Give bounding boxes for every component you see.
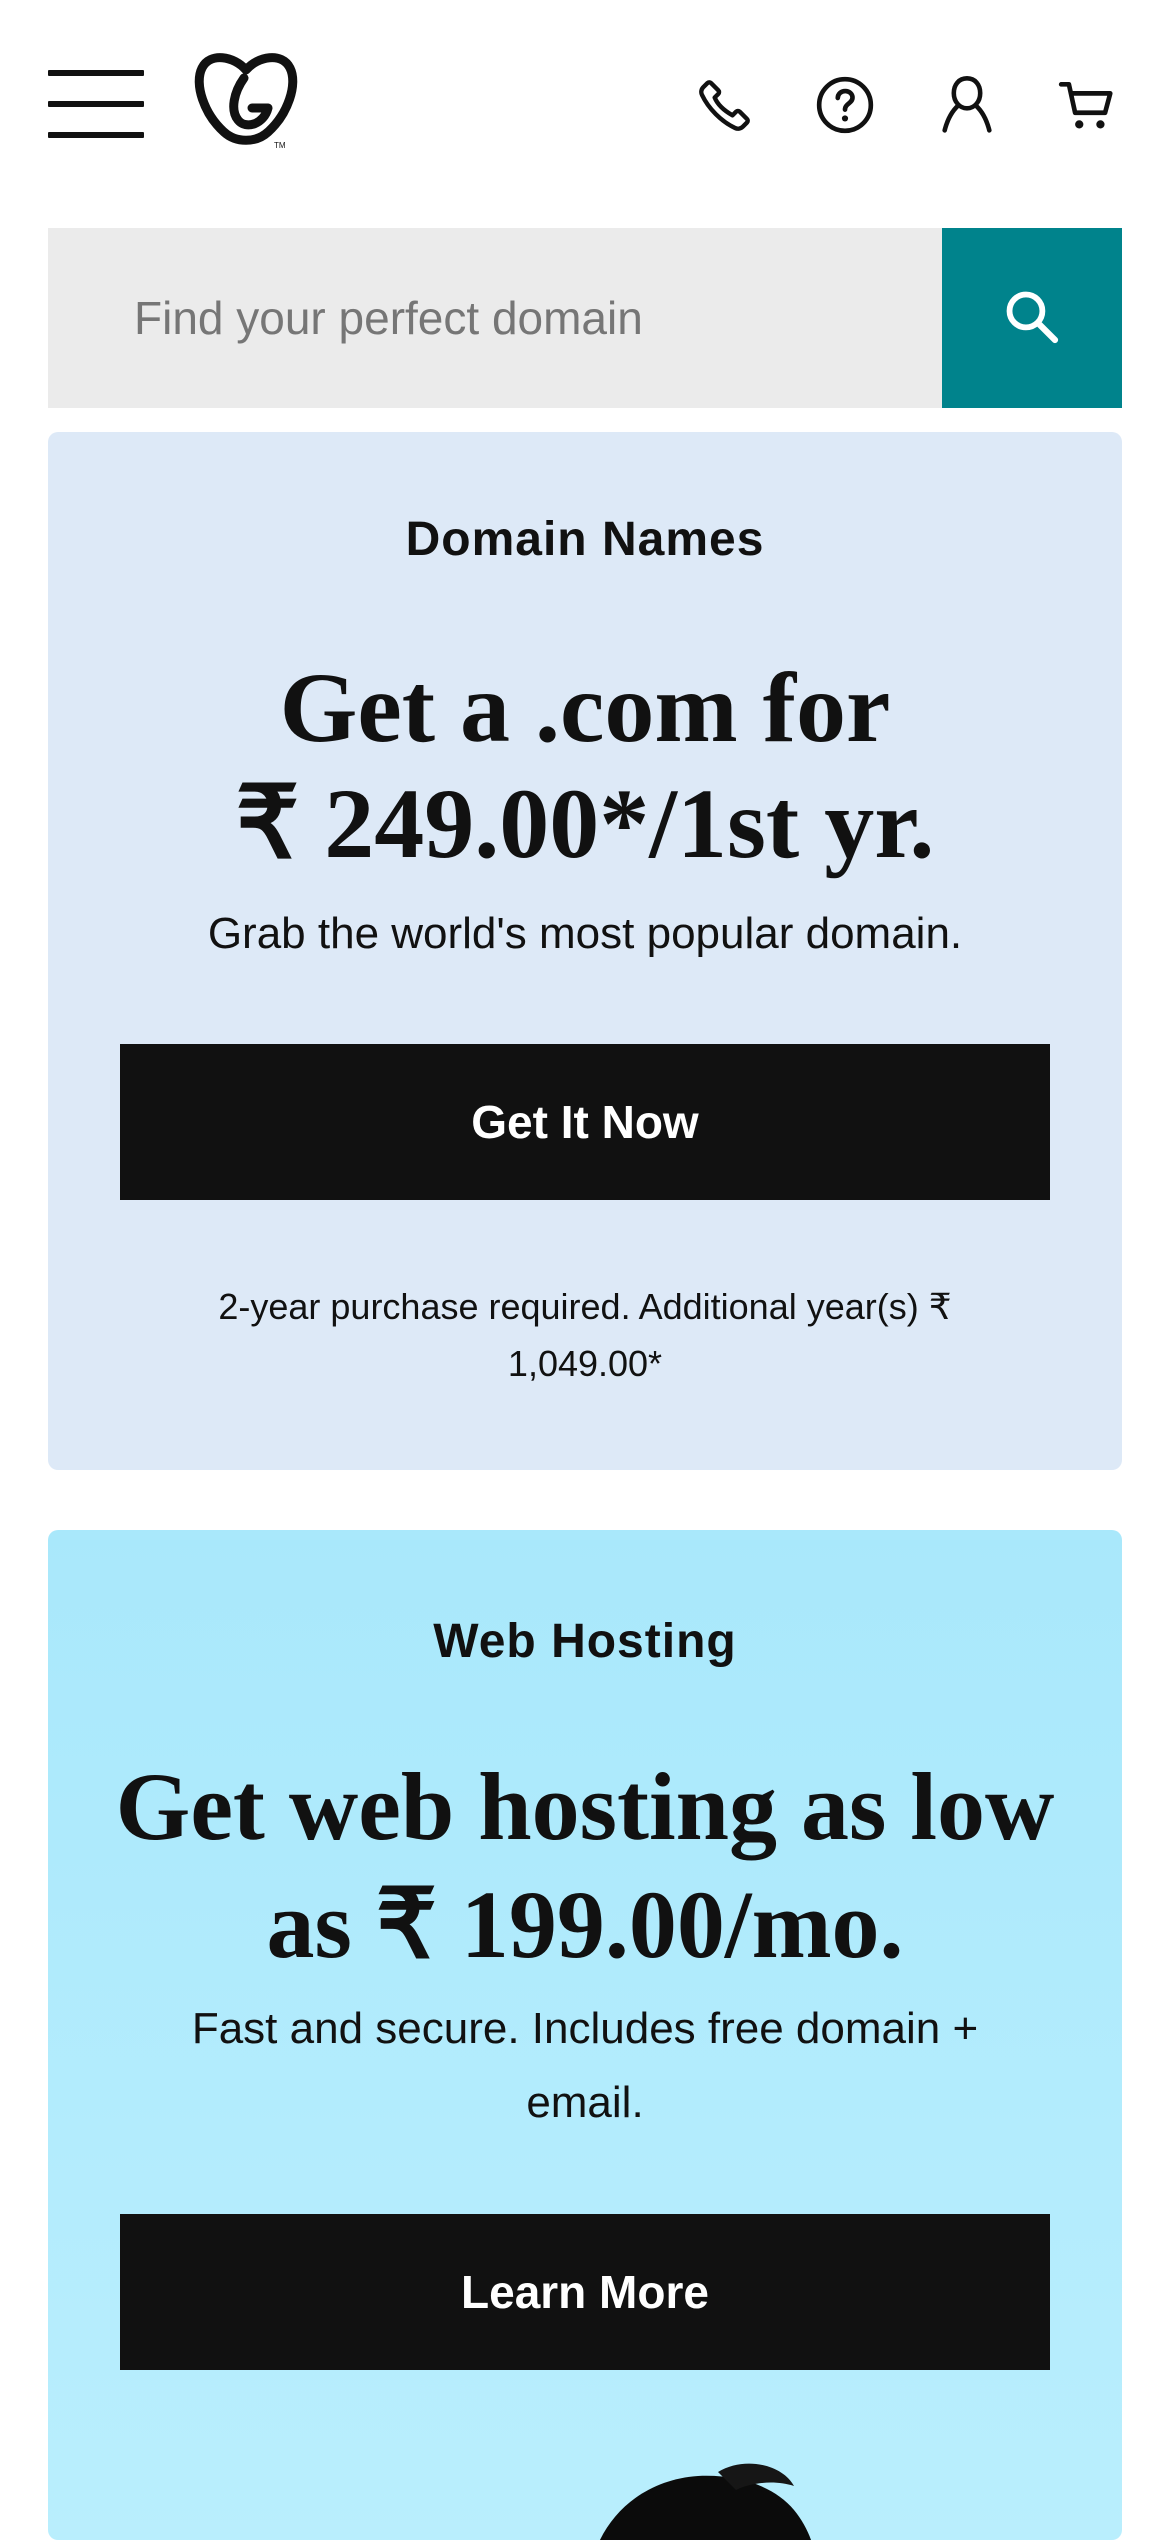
subtext-line: Fast and secure. Includes free domain +: [191, 2004, 979, 2053]
disclaimer-line: 1,049.00*: [507, 1343, 663, 1384]
site-header: TM: [0, 0, 1170, 200]
godaddy-logo-icon[interactable]: TM: [190, 48, 302, 150]
domain-search-input[interactable]: [48, 228, 942, 408]
phone-icon[interactable]: [692, 68, 758, 142]
domain-search-form: [48, 228, 1122, 408]
person-photo: [568, 2446, 828, 2540]
domain-names-promo-card: Domain Names Get a .com for ₹ 249.00*/1s…: [48, 432, 1122, 1470]
price-disclaimer: 2-year purchase required. Additional yea…: [178, 1278, 992, 1392]
card-headline: Get a .com for ₹ 249.00*/1st yr.: [48, 650, 1122, 882]
headline-line: Get a .com for: [279, 652, 891, 763]
svg-text:TM: TM: [274, 141, 286, 148]
menu-bar: [48, 70, 144, 76]
card-eyebrow: Web Hosting: [433, 1615, 737, 1668]
menu-bar: [48, 132, 144, 138]
headline-line: Get web hosting as low: [115, 1753, 1055, 1860]
help-icon[interactable]: [812, 68, 878, 142]
search-button[interactable]: [942, 228, 1122, 408]
card-headline: Get web hosting as low as ₹ 199.00/mo.: [108, 1748, 1062, 1984]
account-icon[interactable]: [934, 68, 1000, 142]
cart-icon[interactable]: [1054, 68, 1120, 142]
get-it-now-button[interactable]: Get It Now: [120, 1044, 1050, 1200]
web-hosting-promo-card: Web Hosting Get web hosting as low as ₹ …: [48, 1530, 1122, 2540]
menu-bar: [48, 101, 144, 107]
hamburger-menu-icon[interactable]: [48, 70, 144, 138]
search-icon: [1003, 288, 1061, 349]
card-subtext: Grab the world's most popular domain.: [207, 909, 963, 958]
card-eyebrow: Domain Names: [405, 513, 765, 566]
subtext-line: email.: [526, 2078, 644, 2127]
disclaimer-line: 2-year purchase required. Additional yea…: [218, 1286, 952, 1327]
learn-more-button[interactable]: Learn More: [120, 2214, 1050, 2370]
headline-price-line: as ₹ 199.00/mo.: [266, 1871, 904, 1978]
card-subtext: Fast and secure. Includes free domain + …: [138, 1992, 1032, 2140]
headline-price-line: ₹ 249.00*/1st yr.: [235, 768, 935, 879]
